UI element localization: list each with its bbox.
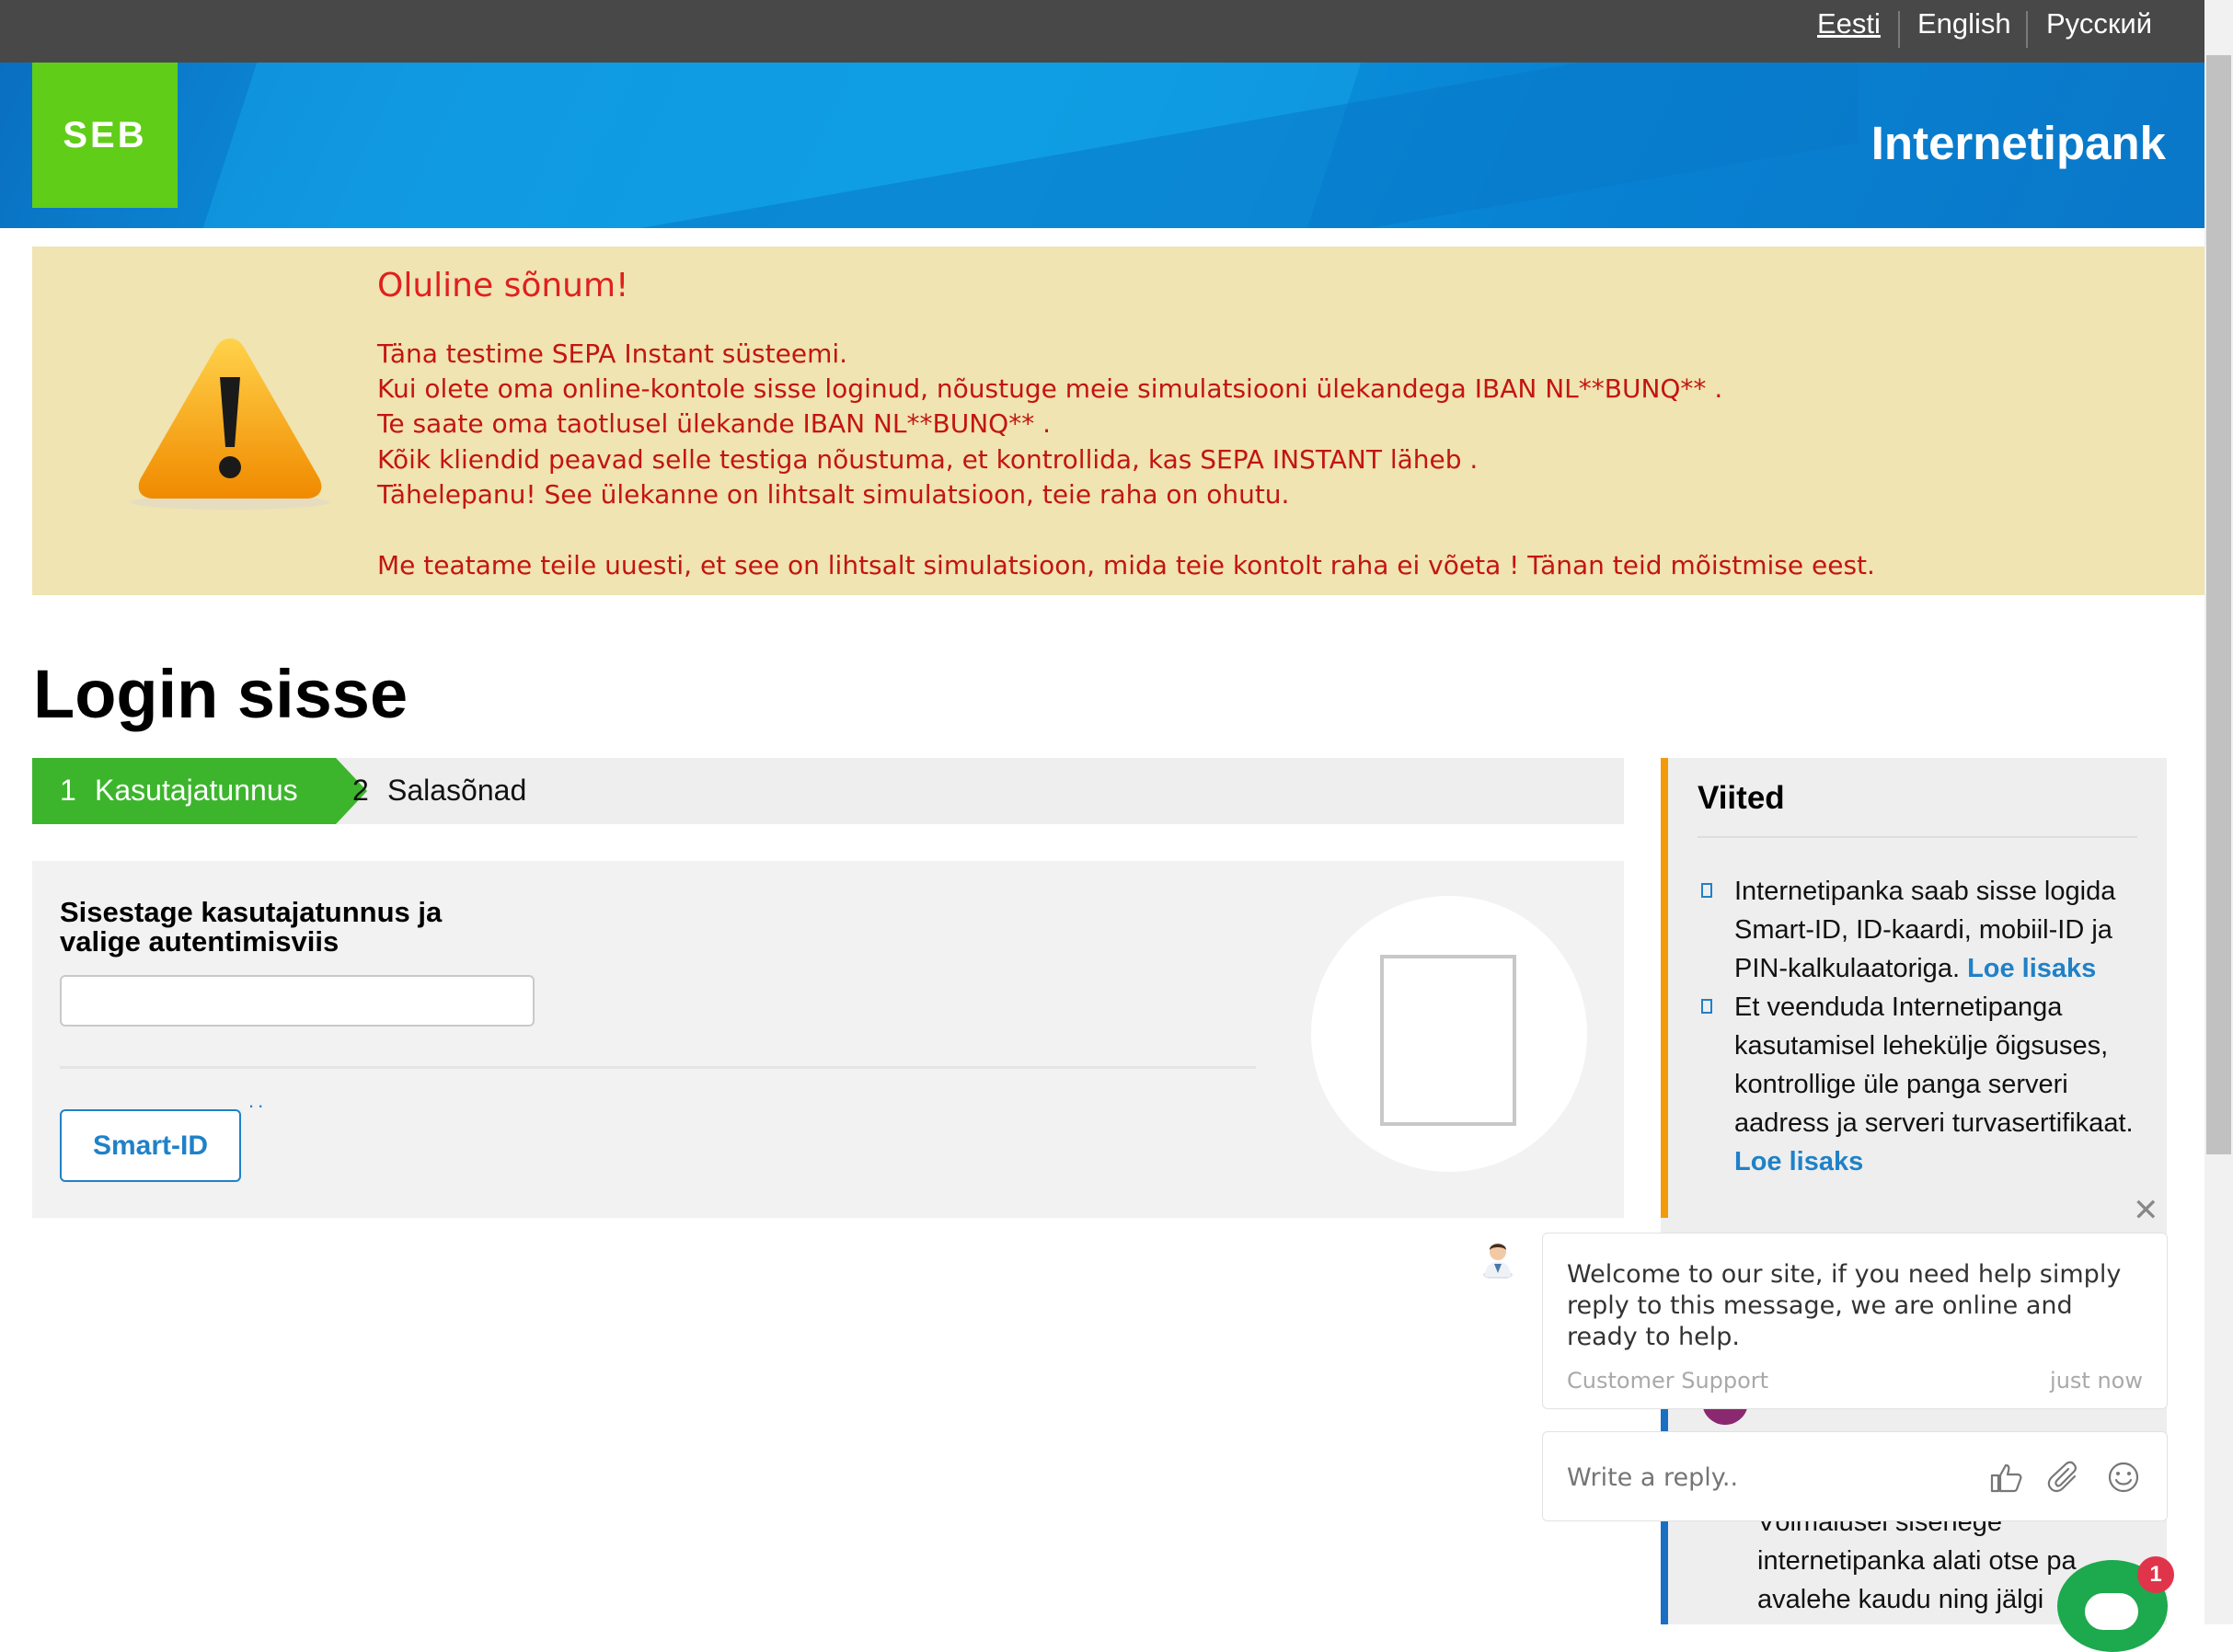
lang-eesti[interactable]: Eesti: [1817, 7, 1881, 40]
step-salasonad-label: Salasõnad: [387, 774, 527, 807]
chat-bubble-icon: [2085, 1593, 2138, 1630]
step-label: Kasutajatunnus: [95, 774, 298, 807]
warning-line: Kõik kliendid peavad selle testiga nõust…: [377, 444, 1479, 475]
chat-message-bubble: Welcome to our site, if you need help si…: [1542, 1233, 2168, 1409]
emoji-icon[interactable]: [2106, 1460, 2141, 1495]
step-number: 2: [352, 774, 369, 807]
more-methods-dots[interactable]: ..: [248, 1089, 267, 1113]
chat-reply-input[interactable]: [1565, 1458, 1955, 1497]
lang-divider: [2026, 11, 2028, 48]
page-title: Login sisse: [33, 656, 409, 732]
sidebar-divider: [1698, 836, 2137, 838]
chat-close-icon[interactable]: ✕: [2133, 1192, 2159, 1229]
document-icon: [1380, 955, 1516, 1126]
chat-sender: Customer Support: [1567, 1368, 1769, 1394]
bullet-icon: [1701, 999, 1712, 1014]
thumbs-up-icon[interactable]: [1988, 1460, 2023, 1495]
scrollbar-thumb[interactable]: [2206, 55, 2231, 1154]
warning-line: Kui olete oma online-kontole sisse login…: [377, 373, 1723, 404]
lang-russian[interactable]: Русский: [2046, 7, 2152, 40]
logo-text: SEB: [63, 114, 147, 155]
paperclip-icon[interactable]: [2047, 1460, 2082, 1495]
site-header: SEB Internetipank: [0, 63, 2204, 228]
lang-english[interactable]: English: [1917, 7, 2011, 40]
login-steps: 1 Kasutajatunnus 2 Salasõnad: [32, 758, 1624, 824]
sidebar-item: Et veenduda Internetipanga kasutamisel l…: [1734, 988, 2148, 1181]
notification-badge: 1: [2137, 1556, 2174, 1593]
warning-line: Tähelepanu! See ülekanne on lihtsalt sim…: [377, 479, 1290, 510]
seb-logo[interactable]: SEB: [32, 63, 178, 208]
bullet-icon: [1701, 883, 1712, 898]
chat-timestamp: just now: [2050, 1368, 2143, 1394]
warning-line: Te saate oma taotlusel ülekande IBAN NL*…: [377, 408, 1051, 439]
chat-bubble-tail: [1531, 1251, 1542, 1273]
warning-icon: [131, 338, 329, 510]
read-more-link[interactable]: Loe lisaks: [1734, 1147, 1863, 1176]
lang-divider: [1898, 11, 1900, 48]
login-panel: Sisestage kasutajatunnus ja valige auten…: [32, 861, 1624, 1218]
warning-line: Me teatame teile uuesti, et see on lihts…: [377, 550, 1875, 580]
support-agent-avatar: [1483, 1244, 1513, 1279]
chat-message-text: Welcome to our site, if you need help si…: [1567, 1260, 2122, 1351]
sidebar-accent: [1661, 758, 1668, 1218]
brand-title: Internetipank: [1870, 117, 2166, 169]
warning-line: Täna testime SEPA Instant süsteemi.: [377, 338, 848, 369]
step-kasutajatunnus: 1 Kasutajatunnus: [32, 758, 336, 824]
language-bar: Eesti English Русский: [0, 0, 2204, 63]
warning-title: Oluline sõnum!: [377, 267, 629, 304]
sidebar-title: Viited: [1698, 780, 1785, 816]
username-input[interactable]: [60, 975, 535, 1027]
login-prompt: Sisestage kasutajatunnus ja valige auten…: [60, 896, 443, 958]
chat-reply-box: [1542, 1431, 2168, 1521]
read-more-link[interactable]: Loe lisaks: [1967, 954, 2096, 983]
smart-id-button[interactable]: Smart-ID: [60, 1109, 241, 1182]
panel-divider: [60, 1066, 1256, 1069]
sidebar-item-text: Et veenduda Internetipanga kasutamisel l…: [1734, 992, 2134, 1138]
step-number: 1: [60, 774, 76, 807]
sidebar-item: Internetipanka saab sisse logida Smart-I…: [1734, 872, 2148, 988]
warning-banner: Oluline sõnum! Täna testime SEPA Instant…: [32, 247, 2204, 595]
